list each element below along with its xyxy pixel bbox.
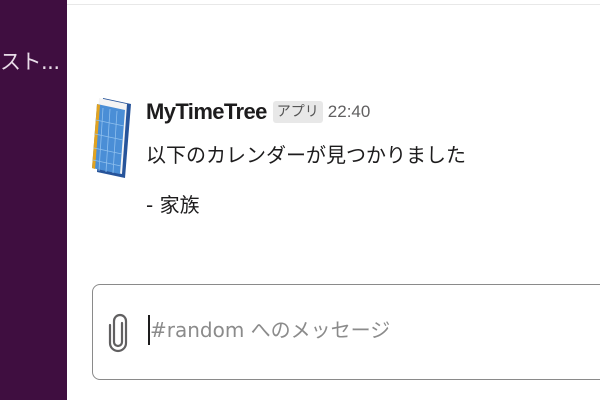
- sender-name[interactable]: MyTimeTree: [146, 99, 267, 125]
- sidebar: スト...: [0, 0, 67, 400]
- message: MyTimeTree アプリ 22:40 以下のカレンダーが見つかりました - …: [91, 92, 591, 242]
- message-input[interactable]: [150, 307, 590, 353]
- message-body: MyTimeTree アプリ 22:40 以下のカレンダーが見つかりました - …: [146, 92, 586, 219]
- sidebar-item-channel[interactable]: スト...: [0, 44, 67, 80]
- app-badge: アプリ: [272, 101, 323, 123]
- header-divider: [67, 4, 600, 5]
- app-window: スト... MyTimeTree アプリ 22:40 以下のカレンダーが見つかり…: [0, 0, 600, 400]
- paperclip-icon[interactable]: [108, 313, 128, 353]
- message-header: MyTimeTree アプリ 22:40: [146, 92, 586, 132]
- message-timestamp[interactable]: 22:40: [328, 102, 371, 122]
- message-text-line: - 家族: [146, 193, 200, 217]
- message-composer: [92, 284, 600, 380]
- timetree-app-icon[interactable]: [91, 94, 137, 178]
- sidebar-item-label: スト...: [0, 50, 60, 74]
- message-pane: MyTimeTree アプリ 22:40 以下のカレンダーが見つかりました - …: [67, 0, 600, 400]
- message-text-line: 以下のカレンダーが見つかりました: [146, 143, 466, 167]
